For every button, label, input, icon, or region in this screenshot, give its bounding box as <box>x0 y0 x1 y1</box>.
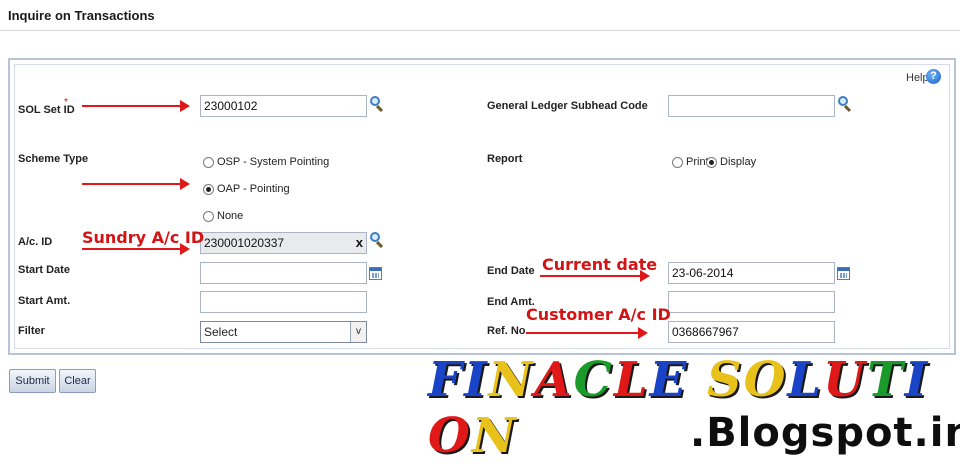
end-amount-input[interactable] <box>668 291 835 313</box>
annotation-arrow-date <box>540 270 650 282</box>
sol-set-id-input[interactable]: 23000102 <box>200 95 367 117</box>
submit-button[interactable]: Submit <box>9 369 56 393</box>
logo-letter: S <box>706 352 744 408</box>
scheme-osp-label: OSP - System Pointing <box>217 156 330 168</box>
scheme-type-label: Scheme Type <box>18 153 89 165</box>
account-id-value: 230001020337 <box>204 236 285 250</box>
start-amount-input[interactable] <box>200 291 367 313</box>
sol-lookup-search-icon[interactable] <box>370 96 384 113</box>
report-option-print[interactable]: Print <box>672 156 709 168</box>
annotation-arrow-scheme <box>82 178 190 190</box>
annotation-customer-label: Customer A/c ID <box>526 305 671 324</box>
logo-letter: C <box>573 352 614 408</box>
logo-letter: O <box>428 408 472 464</box>
logo-letter: N <box>471 408 518 464</box>
gl-subhead-input[interactable] <box>668 95 835 117</box>
logo-letter <box>688 352 707 408</box>
help-icon[interactable]: ? <box>926 69 941 84</box>
annotation-arrow-sundry <box>82 243 190 255</box>
scheme-oap-label: OAP - Pointing <box>217 183 290 195</box>
logo-letter: U <box>823 352 868 408</box>
account-lookup-search-icon[interactable] <box>370 232 384 249</box>
logo-letter: A <box>534 352 574 408</box>
logo-letter: I <box>904 352 930 408</box>
scheme-option-none[interactable]: None <box>203 210 243 222</box>
logo-letter: T <box>867 352 905 408</box>
logo-letter: L <box>613 352 650 408</box>
filter-select[interactable]: Select v <box>200 321 367 343</box>
annotation-sundry-label: Sundry A/c ID <box>82 228 205 247</box>
scheme-osp-radio[interactable] <box>203 156 214 168</box>
logo-letter: L <box>787 352 824 408</box>
annotation-arrow-customer <box>526 327 648 339</box>
start-amount-label: Start Amt. <box>18 295 71 307</box>
end-date-input[interactable]: 23-06-2014 <box>668 262 835 284</box>
start-date-label: Start Date <box>18 264 70 276</box>
filter-label: Filter <box>18 325 45 337</box>
end-date-calendar-icon[interactable] <box>837 267 850 280</box>
account-id-clear-icon[interactable]: x <box>356 233 363 253</box>
report-print-radio[interactable] <box>672 156 683 168</box>
page-title: Inquire on Transactions <box>8 8 155 23</box>
logo-letter: I <box>464 352 489 408</box>
end-date-label: End Date <box>487 265 535 277</box>
scheme-none-label: None <box>217 210 244 222</box>
report-option-display[interactable]: Display <box>706 156 756 168</box>
gl-lookup-search-icon[interactable] <box>838 96 852 113</box>
required-marker: * <box>64 97 68 108</box>
scheme-option-oap[interactable]: OAP - Pointing <box>203 183 290 195</box>
report-label: Report <box>487 153 523 165</box>
scheme-none-radio[interactable] <box>203 210 214 222</box>
report-display-radio[interactable] <box>706 156 717 168</box>
start-date-calendar-icon[interactable] <box>369 267 382 280</box>
start-date-input[interactable] <box>200 262 367 284</box>
reference-number-input[interactable]: 0368667967 <box>668 321 835 343</box>
account-id-input[interactable]: 230001020337 x <box>200 232 367 254</box>
blogspot-logo-text: .Blogspot.in <box>690 410 960 456</box>
annotation-arrow-sol <box>82 100 190 112</box>
reference-number-label: Ref. No. <box>487 325 529 337</box>
report-display-label: Display <box>720 156 757 168</box>
logo-letter: O <box>743 352 788 408</box>
title-divider <box>0 30 960 31</box>
logo-letter: N <box>488 352 535 408</box>
chevron-down-icon[interactable]: v <box>350 322 366 342</box>
scheme-oap-radio[interactable] <box>203 183 214 195</box>
clear-button[interactable]: Clear <box>59 369 96 393</box>
logo-letter: F <box>428 352 465 408</box>
filter-selected-value: Select <box>204 325 238 339</box>
gl-subhead-label: General Ledger Subhead Code <box>487 100 648 112</box>
account-id-label: A/c. ID <box>18 236 53 248</box>
logo-letter: E <box>649 352 689 408</box>
scheme-option-osp[interactable]: OSP - System Pointing <box>203 156 329 168</box>
annotation-current-date-label: Current date <box>542 255 658 274</box>
